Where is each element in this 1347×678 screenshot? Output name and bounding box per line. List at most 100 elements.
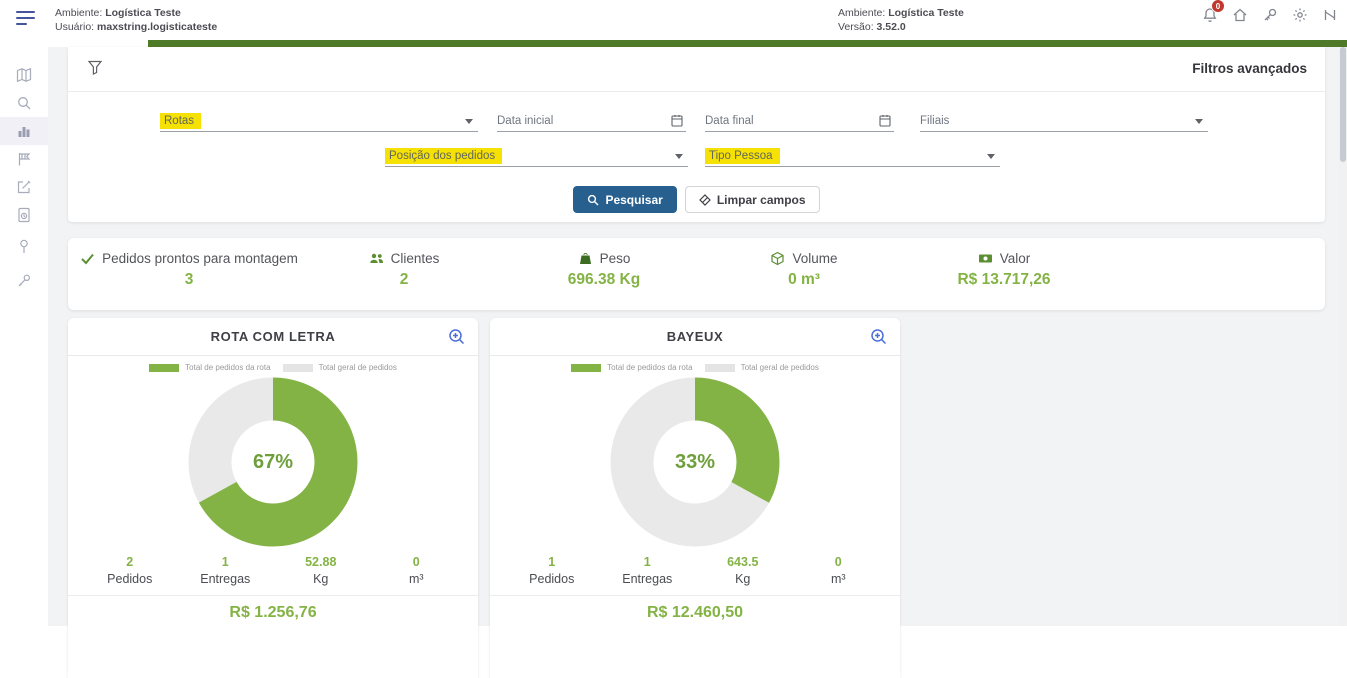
donut-percent-label: 67% [187, 376, 359, 548]
menu-hamburger-icon[interactable] [16, 11, 36, 27]
rotas-select[interactable]: Rotas [160, 109, 478, 132]
summary-volume: Volume 0 m³ [704, 251, 904, 310]
filters-panel: Filtros avançados Rotas Data inicial Dat… [68, 47, 1325, 222]
rotas-label: Rotas [160, 113, 201, 129]
notification-badge: 0 [1211, 0, 1225, 13]
check-icon [80, 251, 95, 266]
sidebar-item-map[interactable] [0, 61, 48, 89]
legend-label-geral: Total geral de pedidos [319, 363, 397, 372]
summary-valor: Valor R$ 13.717,26 [904, 251, 1104, 310]
chevron-down-icon [987, 154, 995, 159]
donut-chart: 67% [187, 376, 359, 548]
summary-pedidos-prontos: Pedidos prontos para montagem 3 [74, 251, 304, 310]
chart-legend: Total de pedidos da rota Total geral de … [68, 363, 478, 372]
data-final-placeholder: Data final [705, 115, 754, 127]
flag-icon [16, 151, 32, 167]
calendar-icon [879, 114, 891, 127]
donut-percent-label: 33% [609, 376, 781, 548]
route-card-rota-com-letra: ROTA COM LETRA Total de pedidos da rota … [68, 318, 478, 678]
donut-chart: 33% [609, 376, 781, 548]
filters-header: Filtros avançados [68, 47, 1325, 92]
chart-legend: Total de pedidos da rota Total geral de … [490, 363, 900, 372]
legend-label-rota: Total de pedidos da rota [607, 363, 692, 372]
pesquisar-button[interactable]: Pesquisar [573, 186, 676, 213]
legend-swatch-gray [283, 364, 313, 372]
sidebar-item-tools[interactable] [0, 267, 48, 295]
filiais-label: Filiais [920, 115, 949, 127]
summary-value: 0 m³ [704, 271, 904, 289]
legend-label-geral: Total geral de pedidos [741, 363, 819, 372]
key-icon[interactable] [1262, 7, 1278, 23]
wrench-icon [16, 273, 32, 289]
route-total-value: R$ 1.256,76 [68, 596, 478, 622]
edit-icon [16, 179, 32, 195]
ambiente-label: Ambiente: [55, 7, 102, 19]
limpar-campos-button[interactable]: Limpar campos [685, 186, 820, 213]
summary-peso: Peso 696.38 Kg [504, 251, 704, 310]
tipo-pessoa-label: Tipo Pessoa [705, 148, 780, 164]
route-card-title: BAYEUX [490, 318, 900, 356]
summary-clientes: Clientes 2 [304, 251, 504, 310]
tipo-pessoa-select[interactable]: Tipo Pessoa [705, 144, 1000, 167]
legend-swatch-green [149, 364, 179, 372]
route-card-bayeux: BAYEUX Total de pedidos da rota Total ge… [490, 318, 900, 678]
posicao-pedidos-label: Posição dos pedidos [385, 148, 502, 164]
environment-version-info: Ambiente: Logística Teste Versão: 3.52.0 [838, 6, 964, 34]
chevron-down-icon [1195, 119, 1203, 124]
usuario-value: maxstring.logisticateste [97, 21, 217, 33]
page-scrollbar [1339, 47, 1347, 626]
money-icon [978, 251, 993, 266]
clear-diamond-icon [699, 194, 711, 206]
sidebar-item-edit[interactable] [0, 173, 48, 201]
usuario-label: Usuário: [55, 21, 94, 33]
ambiente-label-2: Ambiente: [838, 7, 885, 19]
weight-icon [578, 251, 593, 266]
top-bar: Ambiente: Logística Teste Usuário: maxst… [0, 0, 1347, 40]
header-accent-bar [148, 40, 1347, 47]
sidebar-item-report[interactable] [0, 201, 48, 229]
filiais-select[interactable]: Filiais [920, 109, 1208, 132]
sidebar-item-location[interactable] [0, 232, 48, 260]
main-content: Filtros avançados Rotas Data inicial Dat… [48, 47, 1347, 626]
calendar-icon [671, 114, 683, 127]
legend-label-rota: Total de pedidos da rota [185, 363, 270, 372]
pin-icon [16, 238, 32, 254]
zoom-in-icon[interactable] [447, 327, 466, 346]
summary-value: 696.38 Kg [504, 271, 704, 289]
sidebar-item-routes[interactable] [0, 145, 48, 173]
summary-value: 2 [304, 271, 504, 289]
posicao-pedidos-select[interactable]: Posição dos pedidos [385, 144, 688, 167]
notifications-bell-icon[interactable]: 0 [1202, 7, 1218, 23]
ambiente-value-2: Logística Teste [888, 7, 964, 19]
search-icon [16, 95, 32, 111]
sidebar-item-dashboard[interactable] [0, 117, 48, 145]
legend-swatch-green [571, 364, 601, 372]
zoom-in-icon[interactable] [869, 327, 888, 346]
people-icon [369, 251, 384, 266]
legend-swatch-gray [705, 364, 735, 372]
route-stats: 1Pedidos 1Entregas 643.5Kg 0m³ [490, 555, 900, 586]
chevron-down-icon [465, 119, 473, 124]
home-icon[interactable] [1232, 7, 1248, 23]
versao-label: Versão: [838, 21, 874, 33]
map-icon [16, 67, 32, 83]
route-total-value: R$ 12.460,50 [490, 596, 900, 622]
summary-value: R$ 13.717,26 [904, 271, 1104, 289]
data-final-input[interactable]: Data final [705, 109, 894, 132]
filter-funnel-icon[interactable] [88, 60, 102, 75]
sidebar-item-search[interactable] [0, 89, 48, 117]
summary-value: 3 [74, 271, 304, 289]
summary-bar: Pedidos prontos para montagem 3 Clientes… [68, 238, 1325, 310]
sidebar-nav [0, 47, 48, 626]
versao-value: 3.52.0 [877, 21, 906, 33]
workflow-icon[interactable] [1322, 7, 1338, 23]
route-card-title: ROTA COM LETRA [68, 318, 478, 356]
ambiente-value: Logística Teste [105, 7, 181, 19]
search-icon [587, 194, 599, 206]
data-inicial-input[interactable]: Data inicial [497, 109, 686, 132]
gear-icon[interactable] [1292, 7, 1308, 23]
scrollbar-thumb[interactable] [1340, 47, 1346, 162]
advanced-filters-title: Filtros avançados [1192, 61, 1307, 76]
bar-chart-icon [16, 123, 32, 139]
route-stats: 2Pedidos 1Entregas 52.88Kg 0m³ [68, 555, 478, 586]
